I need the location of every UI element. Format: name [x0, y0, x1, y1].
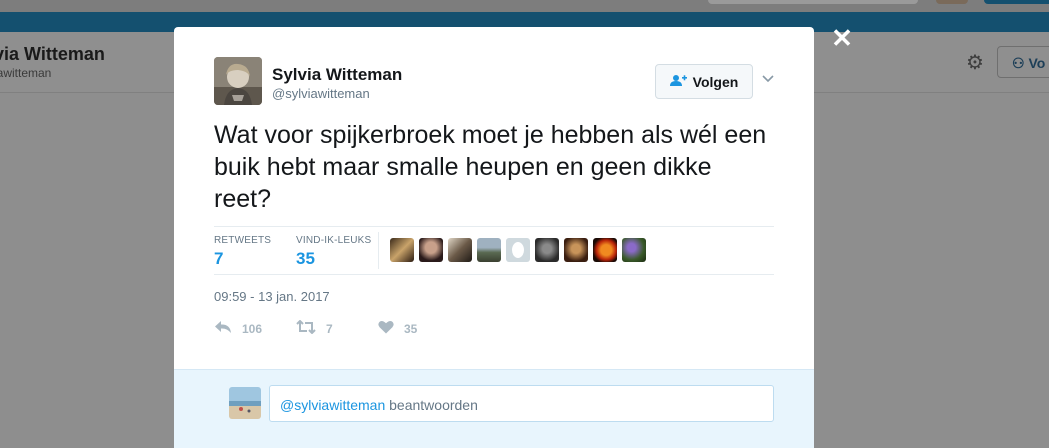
liker-avatar[interactable] — [506, 238, 530, 262]
likers-avatars — [390, 238, 646, 262]
tweet-actions: 106 7 35 — [214, 319, 460, 339]
retweets-count: 7 — [214, 249, 224, 268]
chevron-down-icon[interactable] — [760, 71, 776, 87]
liker-avatar[interactable] — [622, 238, 646, 262]
reply-mention: @sylviawitteman — [280, 397, 386, 413]
tweet-stats: RETWEETS 7 VIND-IK-LEUKS 35 — [214, 226, 774, 275]
liker-avatar[interactable] — [448, 238, 472, 262]
follow-button-label: Volgen — [692, 73, 739, 90]
background-follow-label: Vo — [1028, 55, 1046, 71]
close-icon[interactable]: ✕ — [830, 25, 854, 51]
author-handle[interactable]: @sylviawitteman — [272, 86, 370, 101]
background-profile-handle: iawitteman — [0, 66, 52, 80]
likes-label: VIND-IK-LEUKS — [296, 235, 372, 246]
liker-avatar[interactable] — [564, 238, 588, 262]
reply-icon — [214, 319, 232, 339]
reply-section: @sylviawitteman beantwoorden — [174, 369, 814, 448]
stats-divider — [378, 232, 379, 269]
likes-count: 35 — [296, 249, 315, 268]
follow-button[interactable]: Volgen — [655, 64, 753, 99]
reply-placeholder: beantwoorden — [385, 397, 478, 413]
liker-avatar[interactable] — [477, 238, 501, 262]
author-avatar[interactable] — [214, 57, 262, 105]
reply-count: 106 — [242, 322, 263, 336]
reply-action[interactable]: 106 — [214, 319, 296, 339]
liker-avatar[interactable] — [593, 238, 617, 262]
retweet-action[interactable]: 7 — [296, 319, 378, 339]
like-count: 35 — [404, 322, 418, 336]
add-user-icon — [669, 74, 687, 90]
heart-icon — [378, 319, 394, 339]
tweet-modal: Sylvia Witteman @sylviawitteman Volgen W… — [174, 27, 814, 448]
liker-avatar[interactable] — [535, 238, 559, 262]
current-user-avatar — [229, 387, 261, 419]
background-avatar — [936, 0, 968, 4]
background-tweet-button — [984, 0, 1049, 4]
liker-avatar[interactable] — [419, 238, 443, 262]
tweet-timestamp[interactable]: 09:59 - 13 jan. 2017 — [214, 289, 330, 304]
background-search — [708, 0, 918, 4]
author-name[interactable]: Sylvia Witteman — [272, 65, 402, 85]
retweets-label: RETWEETS — [214, 235, 272, 246]
retweet-icon — [296, 319, 316, 339]
background-follow-button: ⚇ Vo — [997, 46, 1049, 78]
likes-stat[interactable]: VIND-IK-LEUKS 35 — [296, 235, 371, 269]
gear-icon: ⚙ — [966, 52, 984, 74]
like-action[interactable]: 35 — [378, 319, 460, 339]
reply-input[interactable]: @sylviawitteman beantwoorden — [269, 385, 774, 422]
background-profile-name: via Witteman — [0, 44, 105, 64]
background-topbar — [0, 0, 1049, 12]
tweet-text: Wat voor spijkerbroek moet je hebben als… — [214, 121, 767, 213]
retweets-stat[interactable]: RETWEETS 7 — [214, 235, 271, 269]
liker-avatar[interactable] — [390, 238, 414, 262]
retweet-count: 7 — [326, 322, 333, 336]
add-user-icon: ⚇ — [1012, 55, 1025, 71]
